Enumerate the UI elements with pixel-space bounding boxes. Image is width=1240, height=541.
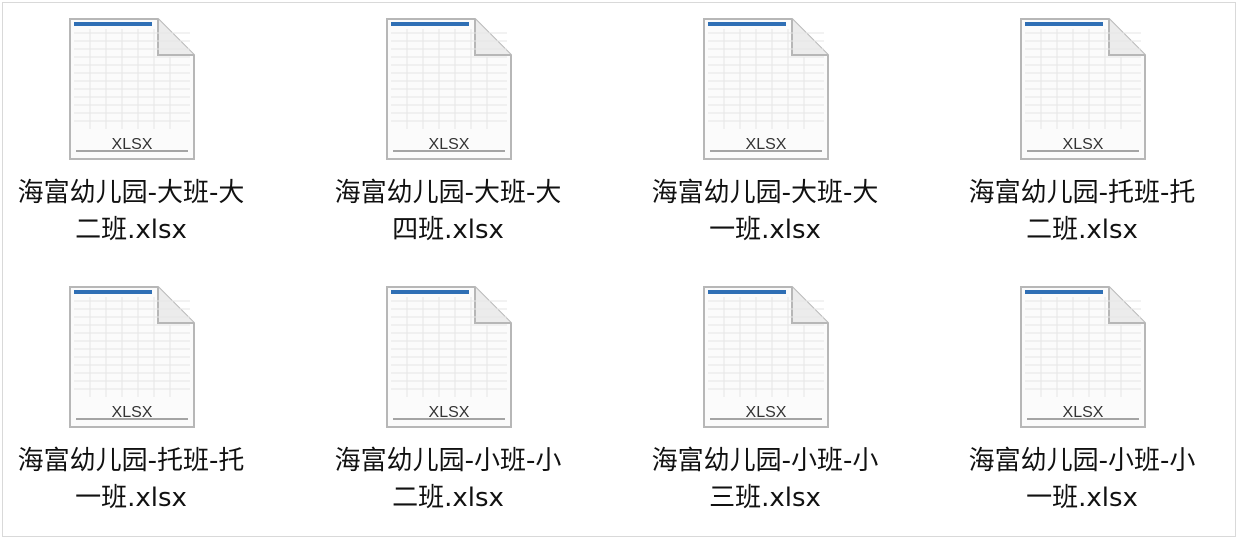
xlsx-label: XLSX bbox=[1063, 136, 1104, 153]
file-name-line2: 一班.xlsx bbox=[75, 483, 187, 513]
xlsx-label: XLSX bbox=[112, 136, 153, 153]
file-name-line2: 二班.xlsx bbox=[75, 215, 187, 245]
xlsx-file-icon: XLSX bbox=[700, 281, 832, 431]
file-name: 海富幼儿园-大班-大 一班.xlsx bbox=[615, 175, 915, 249]
file-item[interactable]: XLSX 海富幼儿园-托班-托 二班.xlsx bbox=[932, 3, 1232, 253]
file-name-line2: 一班.xlsx bbox=[1026, 483, 1138, 513]
xlsx-label: XLSX bbox=[746, 136, 787, 153]
file-item[interactable]: XLSX 海富幼儿园-托班-托 一班.xlsx bbox=[0, 271, 281, 521]
file-name: 海富幼儿园-小班-小 三班.xlsx bbox=[615, 443, 915, 517]
file-item[interactable]: XLSX 海富幼儿园-大班-大 四班.xlsx bbox=[298, 3, 598, 253]
xlsx-file-icon: XLSX bbox=[1017, 281, 1149, 431]
file-name-line2: 二班.xlsx bbox=[392, 483, 504, 513]
file-item[interactable]: XLSX 海富幼儿园-小班-小 一班.xlsx bbox=[932, 271, 1232, 521]
xlsx-label: XLSX bbox=[429, 404, 470, 421]
xlsx-file-icon: XLSX bbox=[66, 13, 198, 163]
file-name-line1: 海富幼儿园-小班-小 bbox=[334, 446, 562, 476]
file-name: 海富幼儿园-小班-小 一班.xlsx bbox=[932, 443, 1232, 517]
file-grid: XLSX 海富幼儿园-大班-大 二班.xlsx XLSX 海富幼儿园-大班-大 … bbox=[3, 3, 1237, 538]
file-name-line1: 海富幼儿园-大班-大 bbox=[334, 178, 562, 208]
xlsx-label: XLSX bbox=[1063, 404, 1104, 421]
file-name: 海富幼儿园-大班-大 二班.xlsx bbox=[0, 175, 281, 249]
file-name-line2: 四班.xlsx bbox=[392, 215, 504, 245]
file-name-line2: 三班.xlsx bbox=[709, 483, 821, 513]
file-name-line1: 海富幼儿园-小班-小 bbox=[968, 446, 1196, 476]
xlsx-file-icon: XLSX bbox=[66, 281, 198, 431]
xlsx-file-icon: XLSX bbox=[383, 13, 515, 163]
xlsx-label: XLSX bbox=[429, 136, 470, 153]
file-name-line2: 一班.xlsx bbox=[709, 215, 821, 245]
xlsx-label: XLSX bbox=[112, 404, 153, 421]
file-name: 海富幼儿园-大班-大 四班.xlsx bbox=[298, 175, 598, 249]
file-name-line1: 海富幼儿园-托班-托 bbox=[17, 446, 245, 476]
xlsx-file-icon: XLSX bbox=[383, 281, 515, 431]
xlsx-file-icon: XLSX bbox=[1017, 13, 1149, 163]
file-name-line1: 海富幼儿园-小班-小 bbox=[651, 446, 879, 476]
file-item[interactable]: XLSX 海富幼儿园-小班-小 三班.xlsx bbox=[615, 271, 915, 521]
file-name: 海富幼儿园-托班-托 一班.xlsx bbox=[0, 443, 281, 517]
file-name: 海富幼儿园-小班-小 二班.xlsx bbox=[298, 443, 598, 517]
xlsx-file-icon: XLSX bbox=[700, 13, 832, 163]
xlsx-label: XLSX bbox=[746, 404, 787, 421]
file-name-line2: 二班.xlsx bbox=[1026, 215, 1138, 245]
file-item[interactable]: XLSX 海富幼儿园-大班-大 二班.xlsx bbox=[0, 3, 281, 253]
file-name-line1: 海富幼儿园-大班-大 bbox=[651, 178, 879, 208]
file-item[interactable]: XLSX 海富幼儿园-小班-小 二班.xlsx bbox=[298, 271, 598, 521]
file-browser-window: XLSX 海富幼儿园-大班-大 二班.xlsx XLSX 海富幼儿园-大班-大 … bbox=[2, 2, 1236, 537]
file-name: 海富幼儿园-托班-托 二班.xlsx bbox=[932, 175, 1232, 249]
file-name-line1: 海富幼儿园-大班-大 bbox=[17, 178, 245, 208]
file-name-line1: 海富幼儿园-托班-托 bbox=[968, 178, 1196, 208]
file-item[interactable]: XLSX 海富幼儿园-大班-大 一班.xlsx bbox=[615, 3, 915, 253]
